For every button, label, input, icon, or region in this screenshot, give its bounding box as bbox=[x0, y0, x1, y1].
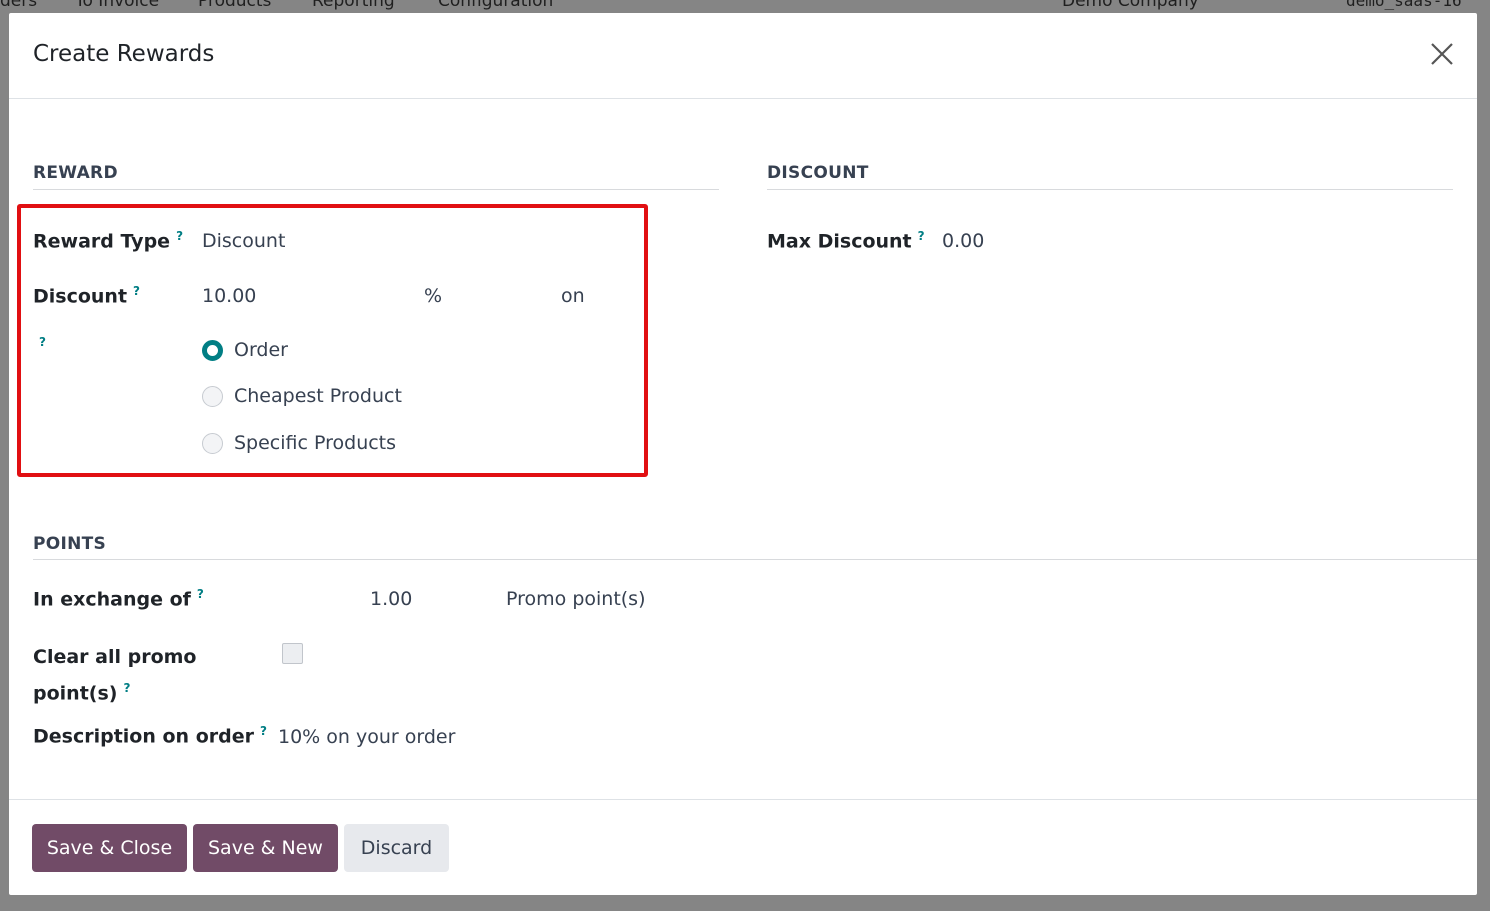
help-icon[interactable]: ? bbox=[260, 724, 267, 738]
help-icon[interactable]: ? bbox=[133, 284, 140, 298]
radio-unchecked-icon[interactable] bbox=[202, 385, 223, 407]
close-icon bbox=[1431, 43, 1453, 65]
nav-item: To Invoice bbox=[75, 0, 160, 11]
discount-on-label: on bbox=[561, 285, 585, 307]
help-icon[interactable]: ? bbox=[918, 229, 925, 243]
help-icon[interactable]: ? bbox=[176, 229, 183, 243]
discount-mode-select[interactable]: % bbox=[424, 285, 442, 307]
discount-section-divider bbox=[767, 189, 1453, 190]
discount-amount-input[interactable]: 10.00 bbox=[202, 285, 256, 307]
radio-label: Specific Products bbox=[234, 432, 397, 454]
database-name: demo_saas-16 bbox=[1346, 0, 1462, 10]
exchange-label: In exchange of? bbox=[33, 587, 204, 611]
reward-type-field[interactable]: Discount bbox=[202, 230, 285, 252]
nav-item: ders bbox=[0, 0, 38, 11]
exchange-points-input[interactable]: 1.00 bbox=[370, 588, 412, 610]
radio-option-specific-products[interactable]: Specific Products bbox=[202, 432, 396, 454]
radio-label: Order bbox=[234, 339, 288, 361]
nav-item: Products bbox=[198, 0, 272, 11]
dialog-header: Create Rewards bbox=[9, 13, 1477, 99]
points-section-title: POINTS bbox=[33, 534, 107, 554]
dialog-title: Create Rewards bbox=[33, 41, 215, 67]
description-label: Description on order? bbox=[33, 724, 267, 748]
reward-section-divider bbox=[33, 189, 719, 190]
create-rewards-dialog: Create Rewards REWARD Reward Type? Disco… bbox=[9, 13, 1477, 895]
points-section-divider bbox=[33, 559, 1477, 560]
exchange-unit-label: Promo point(s) bbox=[506, 588, 646, 610]
save-new-button[interactable]: Save & New bbox=[193, 824, 338, 872]
company-name: Demo Company bbox=[1062, 0, 1199, 11]
radio-option-order[interactable]: Order bbox=[202, 339, 288, 361]
max-discount-label: Max Discount? bbox=[767, 229, 925, 253]
radio-option-cheapest-product[interactable]: Cheapest Product bbox=[202, 385, 402, 407]
discount-label: Discount? bbox=[33, 284, 141, 308]
nav-item: Reporting bbox=[312, 0, 395, 11]
clear-points-label: Clear all promo point(s)? bbox=[33, 646, 197, 705]
background-navbar: ders To Invoice Products Reporting Confi… bbox=[0, 0, 1490, 14]
radio-checked-icon[interactable] bbox=[202, 339, 223, 361]
radio-label: Cheapest Product bbox=[234, 385, 402, 407]
nav-item: Configuration bbox=[438, 0, 554, 11]
discard-button[interactable]: Discard bbox=[344, 824, 449, 872]
footer-divider bbox=[9, 799, 1477, 800]
reward-type-label: Reward Type? bbox=[33, 229, 184, 253]
discount-section-title: DISCOUNT bbox=[767, 163, 869, 183]
close-button[interactable] bbox=[1429, 41, 1455, 67]
radio-unchecked-icon[interactable] bbox=[202, 432, 223, 454]
help-icon[interactable]: ? bbox=[123, 681, 130, 695]
clear-points-checkbox[interactable] bbox=[282, 643, 303, 664]
applies-on-help-icon[interactable]: ? bbox=[39, 335, 46, 349]
max-discount-input[interactable]: 0.00 bbox=[942, 230, 984, 252]
reward-section-title: REWARD bbox=[33, 163, 118, 183]
description-input[interactable]: 10% on your order bbox=[278, 726, 455, 748]
help-icon[interactable]: ? bbox=[197, 587, 204, 601]
save-close-button[interactable]: Save & Close bbox=[32, 824, 187, 872]
